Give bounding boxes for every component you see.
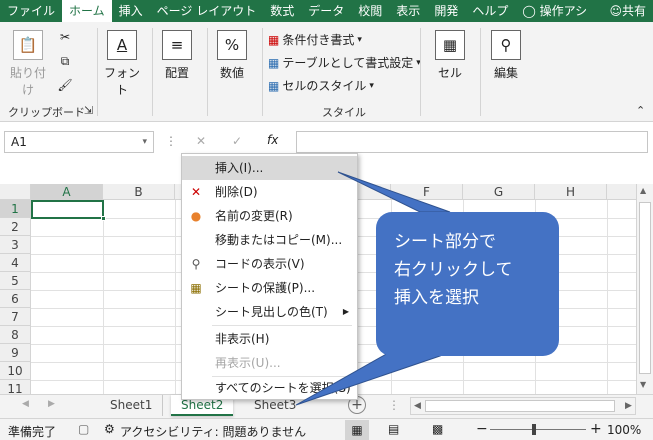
pointer-to-insert (337, 171, 451, 213)
annotation-callout: シート部分で 右クリックして 挿入を選択 (376, 212, 559, 356)
